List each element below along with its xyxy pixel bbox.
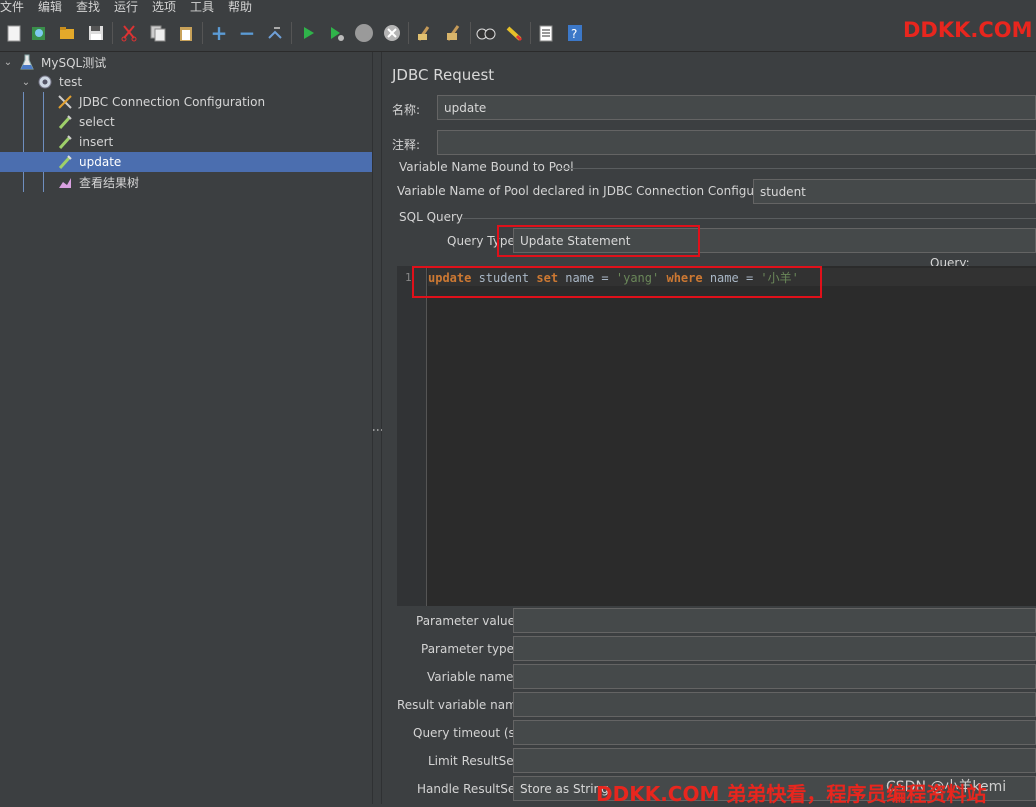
pipette-icon xyxy=(56,113,74,131)
tree-item-label: select xyxy=(79,115,115,129)
param-values-label: Parameter values: xyxy=(416,614,526,628)
line-number: 1 xyxy=(405,271,412,284)
test-plan-tree: ⌄ MySQL测试 ⌄ test JDBC Connection Configu… xyxy=(0,52,372,804)
name-field[interactable]: update xyxy=(437,95,1036,120)
pool-group-label: Variable Name Bound to Pool xyxy=(399,160,574,174)
chevron-down-icon[interactable]: ⌄ xyxy=(2,53,14,71)
tree-node-thread-group[interactable]: ⌄ test xyxy=(20,72,372,92)
toolbar: + − ? DDKK.COM xyxy=(0,14,1036,52)
open-icon[interactable] xyxy=(56,22,78,44)
panel-title: JDBC Request xyxy=(392,66,495,84)
function-helper-icon[interactable] xyxy=(535,22,557,44)
group-border xyxy=(462,218,1036,219)
param-types-field[interactable] xyxy=(513,636,1036,661)
start-no-pause-icon[interactable] xyxy=(325,22,347,44)
help-icon[interactable]: ? xyxy=(564,22,586,44)
param-types-label: Parameter types: xyxy=(421,642,525,656)
templates-icon[interactable] xyxy=(28,22,50,44)
flask-icon xyxy=(18,53,36,71)
cut-icon[interactable] xyxy=(118,22,140,44)
add-icon[interactable]: + xyxy=(208,22,230,44)
menu-options[interactable]: 选项 xyxy=(152,0,176,15)
tree-item-label: 查看结果树 xyxy=(79,175,140,190)
menu-tools[interactable]: 工具 xyxy=(190,0,214,15)
save-icon[interactable] xyxy=(85,22,107,44)
highlight-box-query-type xyxy=(497,225,700,257)
wrench-screwdriver-icon xyxy=(56,93,74,111)
query-timeout-field[interactable] xyxy=(513,720,1036,745)
toolbar-separator xyxy=(470,22,471,44)
tree-guide-line xyxy=(43,92,44,192)
pool-label: Variable Name of Pool declared in JDBC C… xyxy=(397,184,794,198)
pipette-icon xyxy=(56,133,74,151)
variable-names-field[interactable] xyxy=(513,664,1036,689)
pool-field[interactable]: student xyxy=(753,179,1036,204)
tree-item-jdbc-config[interactable]: JDBC Connection Configuration xyxy=(56,92,372,112)
variable-names-label: Variable names: xyxy=(427,670,524,684)
chart-icon xyxy=(56,173,74,191)
stop-icon[interactable] xyxy=(353,22,375,44)
name-label: 名称: xyxy=(392,103,421,117)
menu-search[interactable]: 查找 xyxy=(76,0,100,15)
drag-handle-icon[interactable]: ⋮ xyxy=(371,424,385,436)
toolbar-separator xyxy=(530,22,531,44)
toggle-icon[interactable] xyxy=(264,22,286,44)
menu-run[interactable]: 运行 xyxy=(114,0,138,15)
new-icon[interactable] xyxy=(3,22,25,44)
gear-icon xyxy=(36,73,54,91)
toolbar-separator xyxy=(202,22,203,44)
menu-bar: 文件 编辑 查找 运行 选项 工具 帮助 xyxy=(0,0,1036,14)
svg-text:?: ? xyxy=(571,27,577,41)
clear-all-icon[interactable] xyxy=(442,22,464,44)
copy-icon[interactable] xyxy=(147,22,169,44)
chevron-down-icon[interactable]: ⌄ xyxy=(20,73,32,91)
tree-item-insert[interactable]: insert xyxy=(56,132,372,152)
tree-item-select[interactable]: select xyxy=(56,112,372,132)
editor-gutter xyxy=(397,266,427,606)
limit-resultset-field[interactable] xyxy=(513,748,1036,773)
result-variable-field[interactable] xyxy=(513,692,1036,717)
tree-guide-line xyxy=(23,92,24,192)
toolbar-separator xyxy=(112,22,113,44)
tree-root-label: MySQL测试 xyxy=(41,55,107,70)
result-variable-label: Result variable name: xyxy=(397,698,529,712)
highlight-box-sql xyxy=(412,266,822,298)
shutdown-icon[interactable] xyxy=(381,22,403,44)
tree-item-label: insert xyxy=(79,135,114,149)
search-icon[interactable] xyxy=(475,22,497,44)
remove-icon[interactable]: − xyxy=(236,22,258,44)
pipette-icon xyxy=(56,153,74,171)
limit-resultset-label: Limit ResultSet: xyxy=(428,754,523,768)
handle-resultset-label: Handle ResultSet: xyxy=(417,782,524,796)
param-values-field[interactable] xyxy=(513,608,1036,633)
sql-editor[interactable]: 1 update student set name = 'yang' where… xyxy=(397,266,1036,606)
split-pane-divider[interactable]: ⋮ xyxy=(371,52,385,804)
tree-item-update[interactable]: update xyxy=(0,152,372,172)
watermark-top: DDKK.COM xyxy=(903,18,1033,42)
menu-help[interactable]: 帮助 xyxy=(228,0,252,15)
tree-item-label: update xyxy=(79,155,122,169)
tree-thread-group-label: test xyxy=(59,75,83,89)
watermark-bottom: DDKK.COM 弟弟快看，程序员编程资料站 xyxy=(596,782,987,806)
comment-label: 注释: xyxy=(392,138,421,152)
reset-search-icon[interactable] xyxy=(503,22,525,44)
menu-edit[interactable]: 编辑 xyxy=(38,0,62,15)
comment-field[interactable] xyxy=(437,130,1036,155)
start-icon[interactable] xyxy=(297,22,319,44)
tree-item-results-tree[interactable]: 查看结果树 xyxy=(56,172,372,192)
clear-icon[interactable] xyxy=(414,22,436,44)
group-border xyxy=(560,168,1036,169)
query-timeout-label: Query timeout (s): xyxy=(413,726,524,740)
jdbc-request-panel: JDBC Request 名称: update 注释: Variable Nam… xyxy=(382,52,1036,804)
tree-node-root[interactable]: ⌄ MySQL测试 xyxy=(2,52,372,72)
toolbar-separator xyxy=(291,22,292,44)
paste-icon[interactable] xyxy=(175,22,197,44)
menu-file[interactable]: 文件 xyxy=(0,0,24,15)
sql-group-label: SQL Query xyxy=(399,210,464,224)
toolbar-separator xyxy=(408,22,409,44)
tree-item-label: JDBC Connection Configuration xyxy=(79,95,266,109)
